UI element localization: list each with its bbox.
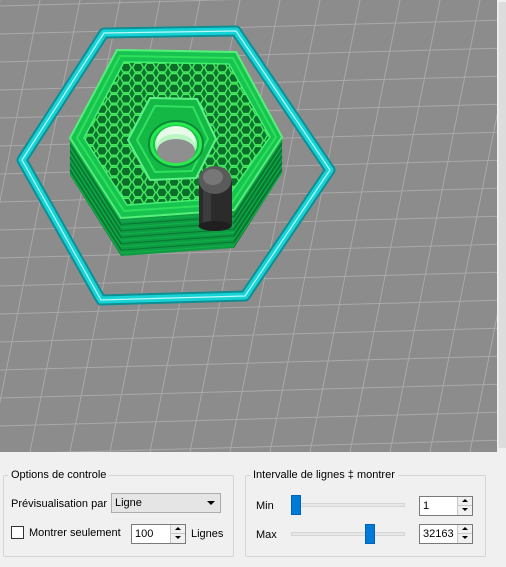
line-range-title: Intervalle de lignes ‡ montrer [253,469,395,481]
max-value: 32163 [423,528,454,540]
grid-line [309,0,401,452]
show-only-checkbox[interactable] [11,526,24,539]
min-label: Min [256,500,274,512]
show-only-spinner [170,525,185,543]
min-slider-track[interactable] [291,503,405,507]
grid-line [0,0,41,204]
grid-line [389,0,481,452]
printed-part [68,48,284,256]
grid-line [0,355,506,371]
grid-line [0,327,506,343]
preview-by-label: Prévisualisation par [11,498,107,510]
grid-line [0,0,81,405]
grid-line [0,383,506,399]
preview-by-select[interactable]: Ligne [111,493,221,513]
spin-down-icon[interactable] [458,506,472,515]
preview-by-value: Ligne [115,497,142,509]
lines-label: Lignes [191,528,224,540]
3d-scene[interactable] [0,0,506,452]
spin-up-icon[interactable] [458,497,472,506]
control-options-title: Options de controle [11,469,107,481]
max-spinner [457,525,472,543]
show-only-label: Montrer seulement [29,527,121,539]
grid-line [269,0,361,452]
min-spinner [457,497,472,515]
grid-line [0,0,235,7]
grid-line [0,411,506,427]
max-slider-track[interactable] [291,532,405,536]
scrollbar-thumb[interactable] [498,2,506,448]
max-label: Max [256,529,277,541]
grid-line [0,299,506,315]
min-value: 1 [423,500,430,512]
spin-down-icon[interactable] [458,534,472,543]
max-value-input[interactable]: 32163 [419,524,473,544]
3d-preview-viewport[interactable] [0,0,506,452]
chevron-down-icon [207,501,215,505]
control-options-group: Options de controle [3,469,234,557]
min-slider-thumb[interactable] [291,495,301,515]
min-value-input[interactable]: 1 [419,496,473,516]
spin-up-icon[interactable] [458,525,472,534]
viewport-scrollbar[interactable] [497,0,506,452]
spin-up-icon[interactable] [171,525,185,534]
max-slider-thumb[interactable] [364,524,375,544]
spin-down-icon[interactable] [171,534,185,543]
show-only-count-value: 100 [135,528,154,540]
show-only-count-input[interactable]: 100 [131,524,186,544]
grid-line [349,0,441,452]
